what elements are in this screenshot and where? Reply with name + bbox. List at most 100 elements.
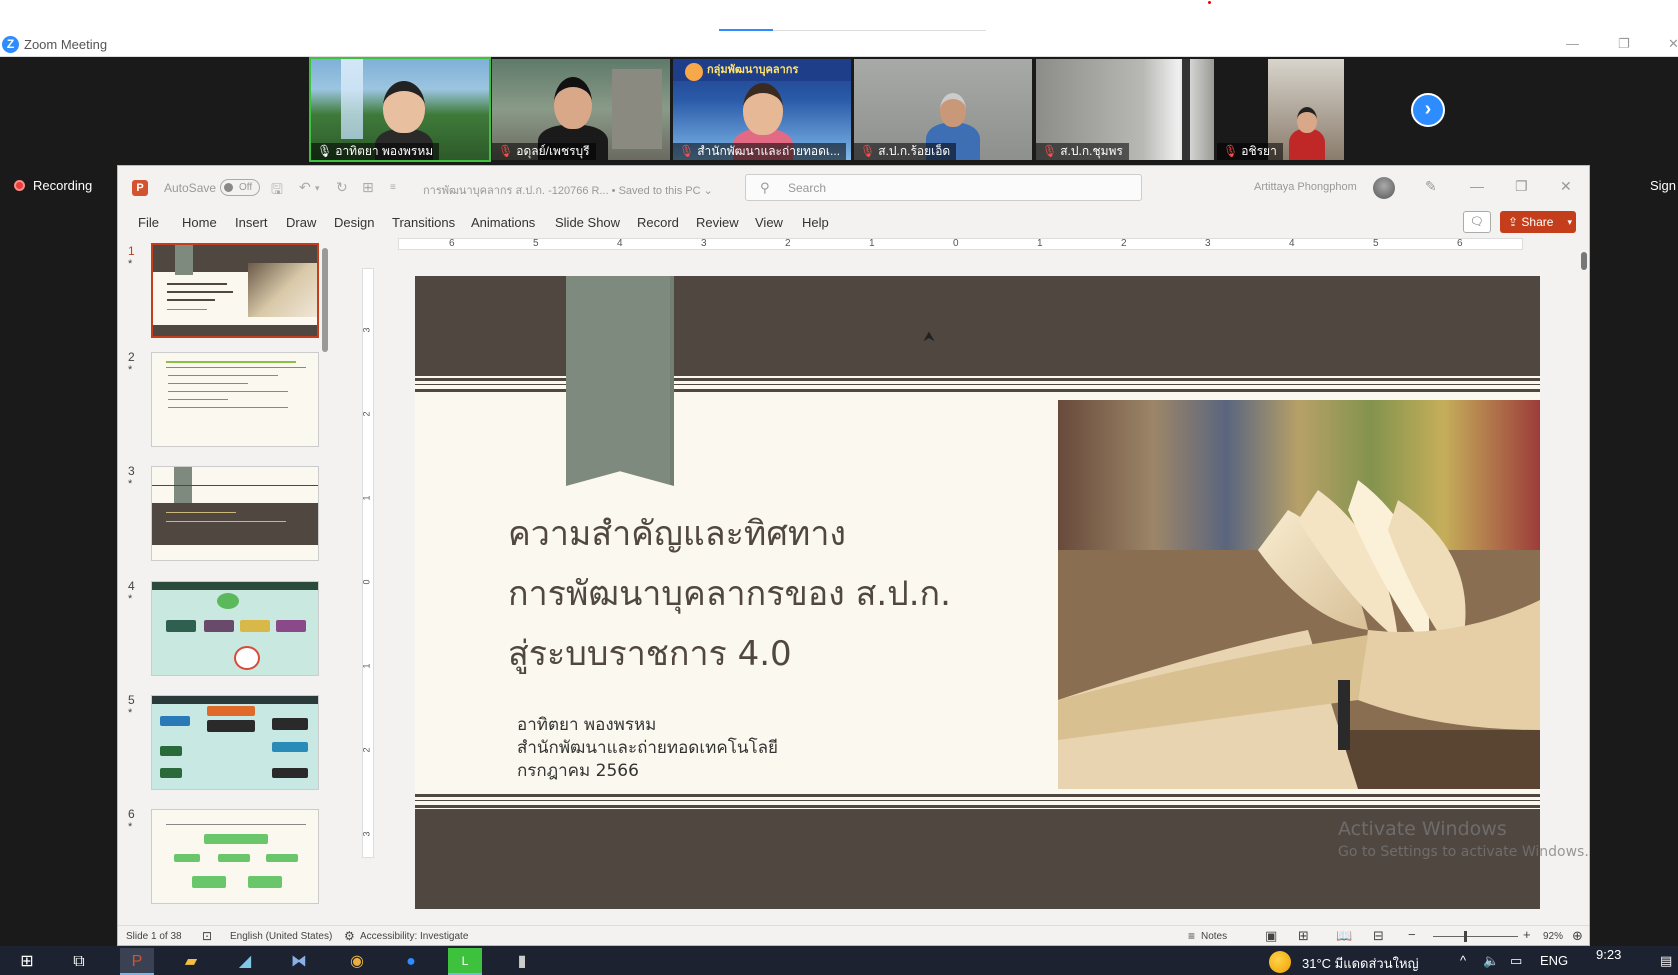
zoom-level[interactable]: 92% [1543,931,1563,942]
line-app-icon[interactable]: L [448,948,482,975]
show-hidden-icons-icon[interactable]: ^ [1460,953,1466,968]
powerpoint-logo-icon: P [132,180,148,196]
close-icon[interactable]: ✕ [1560,178,1572,195]
tab-design[interactable]: Design [334,215,374,230]
scroll-thumb[interactable] [322,248,328,352]
participant-tile[interactable]: 🎙 อดุลย์/เพชรบุรี [492,59,670,160]
sign-label[interactable]: Sign [1650,178,1676,193]
tab-slide-show[interactable]: Slide Show [555,215,620,230]
present-icon[interactable]: ⊞ [362,179,374,196]
participant-tile[interactable]: 🎙 ส.ป.ก.ชุมพร [1036,59,1214,160]
document-title[interactable]: การพัฒนาบุคลากร ส.ป.ก. -120766 R... • Sa… [423,181,713,199]
tab-insert[interactable]: Insert [235,215,268,230]
notes-button[interactable]: Notes [1201,931,1227,942]
participant-name: 🎙 อชิรยา [1217,143,1283,160]
animation-star-icon: * [128,364,133,376]
tab-review[interactable]: Review [696,215,739,230]
weather-icon [1269,951,1291,973]
zoom-window-title: Zoom Meeting [24,37,108,52]
comments-button[interactable]: 🗨 [1463,211,1491,233]
volume-icon[interactable]: 🔈 [1483,953,1499,969]
autosave-toggle[interactable]: Off [220,179,260,196]
tab-record[interactable]: Record [637,215,679,230]
muted-microphone-icon: 🎙 [860,144,876,158]
slide-canvas[interactable]: ความสำคัญและทิศทาง การพัฒนาบุคลากรของ ส.… [415,276,1540,909]
restore-icon[interactable]: ❐ [1618,36,1630,52]
tab-help[interactable]: Help [802,215,829,230]
minimize-icon[interactable]: — [1470,178,1484,194]
weather-text[interactable]: 31°C มีแดดส่วนใหญ่ [1302,953,1419,974]
participant-tile[interactable]: กลุ่มพัฒนาบุคลากร 🎙 สำนักพัฒนาและถ่ายทอดเ… [673,59,851,160]
pen-icon[interactable]: ✎ [1425,178,1437,195]
spell-check-icon[interactable]: ⊡ [202,929,212,943]
notes-icon[interactable]: ≡ [1188,929,1195,943]
redo-icon[interactable]: ↻ [336,179,348,196]
slide-thumbnail-1[interactable] [151,243,319,338]
minimize-icon[interactable]: — [1566,36,1579,51]
zoom-taskbar-icon[interactable]: ● [394,948,428,975]
slide-sorter-icon[interactable]: ⊞ [1298,928,1309,944]
animation-star-icon: * [128,258,133,270]
zoom-slider[interactable] [1433,936,1518,937]
accessibility-icon[interactable]: ⚙ [344,929,355,943]
tab-file[interactable]: File [138,215,159,230]
slide-thumbnail-3[interactable] [151,466,319,561]
task-view-icon[interactable]: ⧉ [62,948,96,975]
tab-home[interactable]: Home [182,215,217,230]
avatar[interactable] [1373,177,1395,199]
search-input[interactable]: ⚲ Search [745,174,1142,201]
notifications-icon[interactable]: ▤ [1660,953,1672,969]
accessibility-status[interactable]: Accessibility: Investigate [360,931,468,942]
reading-view-icon[interactable]: 📖 [1336,928,1352,944]
fit-to-window-icon[interactable]: ⊕ [1572,928,1583,944]
file-explorer-icon[interactable]: ▰ [174,948,208,975]
language-status[interactable]: English (United States) [230,931,332,942]
tab-draw[interactable]: Draw [286,215,316,230]
tab-animations[interactable]: Animations [471,215,535,230]
editor-scrollbar[interactable] [1578,238,1589,925]
slide-thumbnail-5[interactable] [151,695,319,790]
share-button[interactable]: ⇪ Share ▾ [1500,211,1576,233]
participant-tile[interactable]: 🎙 ส.ป.ก.ร้อยเอ็ด [854,59,1032,160]
slide-subtitle[interactable]: อาทิตยา พองพรหม สำนักพัฒนาและถ่ายทอดเทคโ… [517,714,778,783]
restore-icon[interactable]: ❐ [1515,178,1528,195]
windows-start-icon[interactable]: ⊞ [10,948,44,975]
undo-dropdown-icon[interactable]: ▾ [315,183,320,194]
next-participants-button[interactable]: › [1411,93,1445,127]
network-app-icon[interactable]: ⧓ [282,948,316,975]
zoom-out-icon[interactable]: − [1408,927,1416,942]
close-icon[interactable]: ✕ [1668,36,1678,52]
edge-icon[interactable]: ◢ [228,948,262,975]
open-book-image[interactable] [1058,400,1540,789]
save-icon[interactable]: 🖫 [271,179,283,203]
slide-thumbnail-2[interactable] [151,352,319,447]
undo-icon[interactable]: ↶ [299,179,311,196]
app-taskbar-icon[interactable]: ▮ [505,948,539,975]
network-icon[interactable]: ▭ [1510,953,1522,969]
zoom-in-icon[interactable]: + [1523,927,1531,942]
thumbnail-number: 3 [128,464,135,478]
powerpoint-taskbar-icon[interactable]: P [120,948,154,975]
slide-title[interactable]: ความสำคัญและทิศทาง การพัฒนาบุคลากรของ ส.… [508,504,1048,684]
thumbnail-number: 6 [128,807,135,821]
chrome-icon[interactable]: ◉ [340,948,374,975]
scroll-thumb[interactable] [1581,252,1587,270]
slide-thumbnail-6[interactable] [151,809,319,904]
tab-view[interactable]: View [755,215,783,230]
slide-thumbnail-4[interactable] [151,581,319,676]
slideshow-icon[interactable]: ⊟ [1373,928,1384,944]
chevron-right-icon: › [1424,98,1432,120]
user-name[interactable]: Artittaya Phongphom [1254,181,1357,193]
customize-toolbar-icon[interactable]: ≡ [390,182,396,193]
input-language[interactable]: ENG [1540,953,1568,968]
participant-tile[interactable]: 🎙 อาทิตยา พองพรหม [309,57,491,162]
clock[interactable]: 9:23 [1596,947,1621,962]
zoom-slider-knob[interactable] [1464,931,1467,942]
participant-tile[interactable]: 🎙 อชิรยา [1217,59,1344,160]
thumbnails-scrollbar[interactable] [321,238,329,925]
search-placeholder: Search [788,181,827,195]
tab-transitions[interactable]: Transitions [392,215,455,230]
normal-view-icon[interactable]: ▣ [1265,928,1277,944]
recording-indicator[interactable]: Recording [14,178,92,193]
participant-name: 🎙 ส.ป.ก.ร้อยเอ็ด [854,143,957,160]
